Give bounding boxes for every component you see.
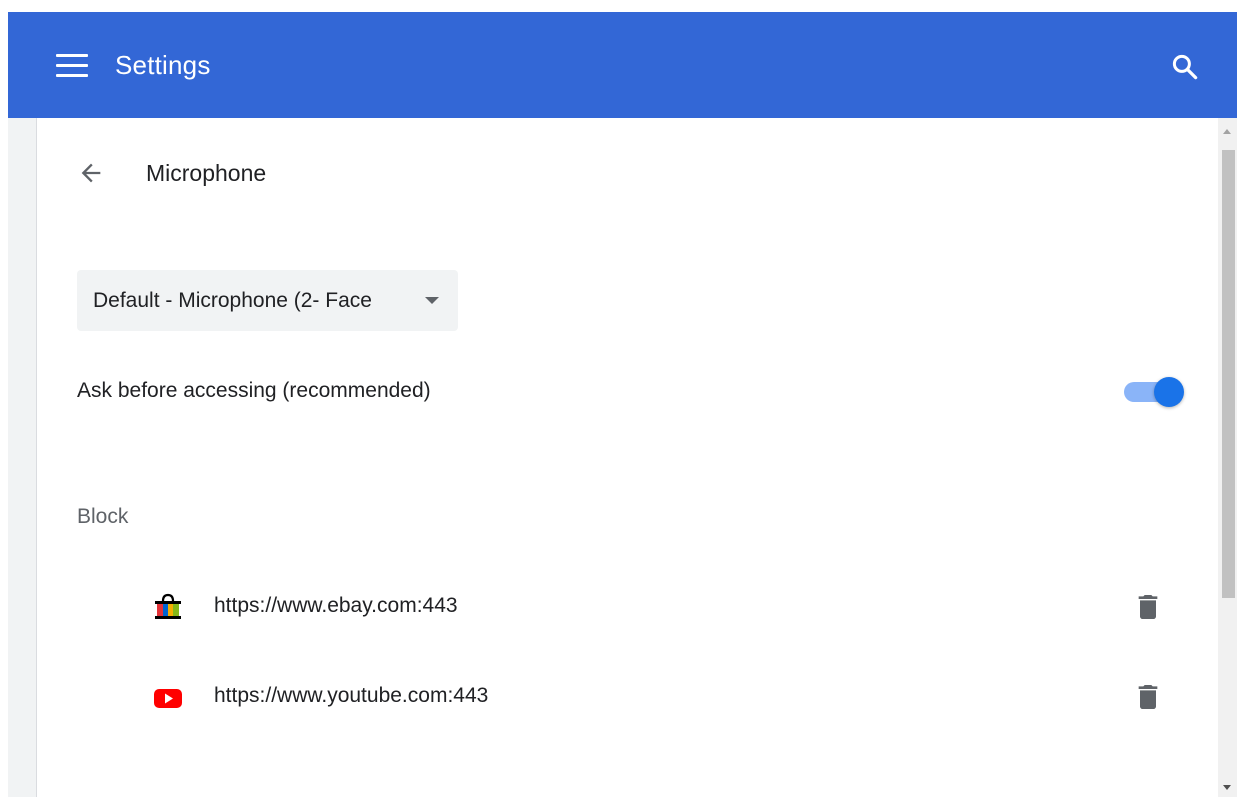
search-icon[interactable] — [1170, 52, 1200, 82]
settings-header: Settings — [8, 12, 1237, 118]
trash-icon[interactable] — [1132, 590, 1164, 624]
youtube-favicon-icon — [152, 682, 184, 714]
scroll-up-arrow-icon[interactable] — [1223, 129, 1231, 134]
block-section-heading: Block — [77, 505, 129, 528]
microphone-settings-card: Microphone Default - Microphone (2- Face… — [37, 118, 1218, 797]
scroll-down-arrow-icon[interactable] — [1223, 785, 1231, 790]
ebay-favicon-icon — [152, 592, 184, 624]
ask-before-accessing-label: Ask before accessing (recommended) — [77, 379, 431, 402]
caret-down-icon — [425, 297, 439, 304]
header-title: Settings — [115, 50, 211, 80]
page-title: Microphone — [146, 160, 267, 186]
vertical-scrollbar[interactable] — [1218, 118, 1237, 797]
blocked-site-url: https://www.ebay.com:443 — [214, 594, 458, 617]
microphone-device-select[interactable]: Default - Microphone (2- Face — [77, 270, 458, 331]
toggle-knob — [1154, 377, 1184, 407]
microphone-device-select-value: Default - Microphone (2- Face — [93, 289, 372, 312]
trash-icon[interactable] — [1132, 680, 1164, 714]
hamburger-menu-icon[interactable] — [56, 53, 88, 79]
blocked-site-row[interactable]: https://www.youtube.com:443 — [37, 666, 1218, 726]
scrollbar-thumb[interactable] — [1222, 150, 1235, 598]
left-gutter — [8, 118, 37, 797]
blocked-site-row[interactable]: https://www.ebay.com:443 — [37, 576, 1218, 636]
blocked-site-url: https://www.youtube.com:443 — [214, 684, 489, 707]
settings-window: Settings Microphone Default - Microphone… — [0, 0, 1237, 797]
arrow-back-icon[interactable] — [77, 159, 105, 187]
ask-before-accessing-toggle[interactable] — [1124, 377, 1184, 407]
